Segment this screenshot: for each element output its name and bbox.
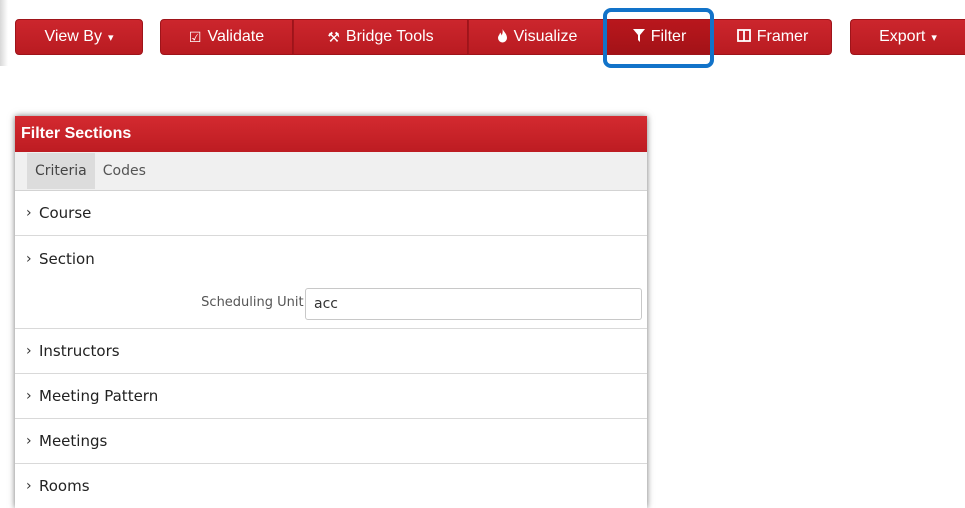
visualize-label: Visualize bbox=[513, 28, 578, 45]
scheduling-unit-field: Scheduling Unit: bbox=[15, 281, 647, 329]
panel-title: Filter Sections bbox=[15, 116, 647, 152]
section-label-section: Section bbox=[39, 249, 95, 268]
tools-icon: ⚒ bbox=[327, 28, 340, 45]
chevron-right-icon: › bbox=[26, 205, 32, 221]
tab-criteria[interactable]: Criteria bbox=[27, 153, 95, 189]
section-label-instructors: Instructors bbox=[39, 342, 120, 360]
chevron-right-icon: › bbox=[26, 250, 32, 267]
validate-button[interactable]: ☑ Validate bbox=[160, 19, 293, 55]
filter-button[interactable]: Filter bbox=[606, 19, 713, 55]
section-row-meetings[interactable]: › Meetings bbox=[15, 419, 647, 464]
section-row-section[interactable]: › Section bbox=[15, 236, 647, 281]
filter-label: Filter bbox=[650, 28, 687, 45]
view-by-button[interactable]: View By ▾ bbox=[15, 19, 143, 55]
section-row-rooms[interactable]: › Rooms bbox=[15, 464, 647, 508]
check-square-icon: ☑ bbox=[188, 28, 202, 45]
section-label-rooms: Rooms bbox=[39, 477, 90, 495]
framer-button[interactable]: Framer bbox=[713, 19, 832, 55]
section-row-course[interactable]: › Course bbox=[15, 191, 647, 236]
view-by-label: View By bbox=[44, 28, 102, 45]
chevron-right-icon: › bbox=[26, 478, 32, 494]
section-label-meeting-pattern: Meeting Pattern bbox=[39, 387, 159, 405]
scheduling-unit-input[interactable] bbox=[305, 288, 642, 320]
section-label-meetings: Meetings bbox=[39, 432, 108, 450]
validate-label: Validate bbox=[207, 28, 265, 45]
section-row-instructors[interactable]: › Instructors bbox=[15, 329, 647, 374]
toolbar-edge bbox=[0, 0, 8, 66]
bridge-tools-button[interactable]: ⚒ Bridge Tools bbox=[293, 19, 468, 55]
bridge-tools-label: Bridge Tools bbox=[345, 28, 434, 45]
scheduling-unit-label: Scheduling Unit: bbox=[201, 295, 308, 310]
panel-tabs: Criteria Codes bbox=[15, 152, 647, 191]
chevron-right-icon: › bbox=[26, 388, 32, 404]
framer-label: Framer bbox=[756, 28, 809, 45]
chevron-right-icon: › bbox=[26, 343, 32, 359]
filter-icon bbox=[632, 29, 645, 45]
caret-down-icon: ▾ bbox=[107, 31, 114, 44]
filter-sections-panel: Filter Sections Criteria Codes › Course … bbox=[15, 116, 647, 508]
section-row-meeting-pattern[interactable]: › Meeting Pattern bbox=[15, 374, 647, 419]
columns-icon bbox=[736, 29, 751, 45]
fire-icon bbox=[497, 28, 508, 46]
export-label: Export bbox=[879, 28, 926, 45]
caret-down-icon: ▾ bbox=[931, 31, 937, 44]
chevron-right-icon: › bbox=[26, 433, 32, 449]
visualize-button[interactable]: Visualize bbox=[468, 19, 606, 55]
page: View By ▾ ☑ Validate ⚒ Bridge Tools Visu… bbox=[0, 0, 965, 508]
export-button[interactable]: Export ▾ bbox=[850, 19, 965, 55]
section-label-course: Course bbox=[39, 204, 92, 222]
tab-codes[interactable]: Codes bbox=[95, 153, 154, 189]
